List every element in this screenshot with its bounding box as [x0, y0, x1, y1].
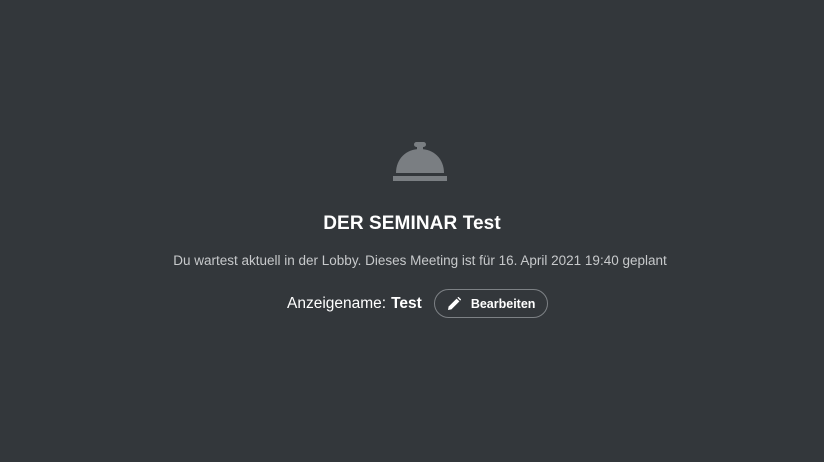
- display-name-value: Test: [391, 294, 422, 312]
- pencil-icon: [447, 296, 461, 310]
- lobby-message: Du wartest aktuell in der Lobby. Dieses …: [173, 253, 667, 268]
- room-service-bell-icon: [393, 142, 447, 181]
- edit-name-button[interactable]: Bearbeiten: [433, 289, 549, 318]
- edit-button-label: Bearbeiten: [470, 296, 536, 311]
- lobby-screen: DER SEMINAR Test Du wartest aktuell in d…: [0, 0, 824, 462]
- display-name-row: Anzeigename: Test Bearbeiten: [287, 288, 549, 319]
- meeting-title: DER SEMINAR Test: [323, 213, 501, 234]
- display-name-label: Anzeigename:: [287, 294, 387, 312]
